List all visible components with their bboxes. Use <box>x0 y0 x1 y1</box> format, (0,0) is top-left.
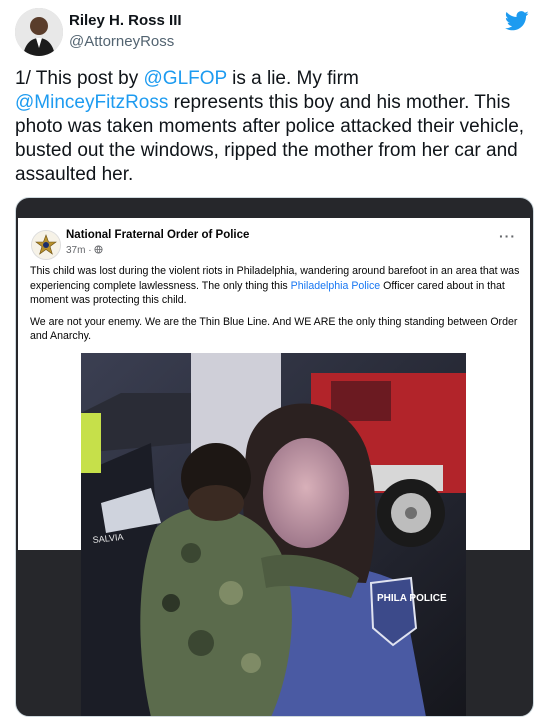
globe-icon <box>94 245 103 254</box>
author-display-name[interactable]: Riley H. Ross III <box>69 12 182 29</box>
tweet: Riley H. Ross III @AttorneyRoss 1/ This … <box>0 0 543 722</box>
fb-paragraph-1: This child was lost during the violent r… <box>30 264 520 308</box>
fop-logo-avatar <box>31 230 61 260</box>
twitter-bird-icon[interactable] <box>505 10 529 32</box>
fb-paragraph-2: We are not your enemy. We are the Thin B… <box>30 315 518 343</box>
patch-text: PHILA POLICE <box>377 593 447 604</box>
fb-post-meta: 37m · <box>66 245 103 256</box>
fb-post-body: This child was lost during the violent r… <box>30 264 520 351</box>
fb-page-name: National Fraternal Order of Police <box>66 229 250 241</box>
photo-illustration: PHILA POLICE SALVIA <box>81 353 466 716</box>
tweet-text-part: is a lie. My firm <box>232 68 359 89</box>
mention-link-minceyfitzross[interactable]: @MinceyFitzRoss <box>15 92 168 113</box>
more-options-icon: ··· <box>499 228 516 244</box>
author-avatar[interactable] <box>15 8 63 56</box>
tweet-text-part: 1/ This post by <box>15 68 144 89</box>
fop-star-logo-icon <box>32 231 60 259</box>
tweet-text: 1/ This post by @GLFOP is a lie. My firm… <box>15 67 535 187</box>
author-avatar-image <box>15 8 63 56</box>
fb-link-philadelphia-police: Philadelphia Police <box>290 279 381 292</box>
mention-link-glfop[interactable]: @GLFOP <box>144 68 227 89</box>
tweet-media-image[interactable]: National Fraternal Order of Police 37m ·… <box>15 197 534 717</box>
fb-post-time: 37m <box>66 245 86 256</box>
officer-holding-child-photo: PHILA POLICE SALVIA <box>81 353 466 716</box>
author-handle[interactable]: @AttorneyRoss <box>69 33 174 50</box>
